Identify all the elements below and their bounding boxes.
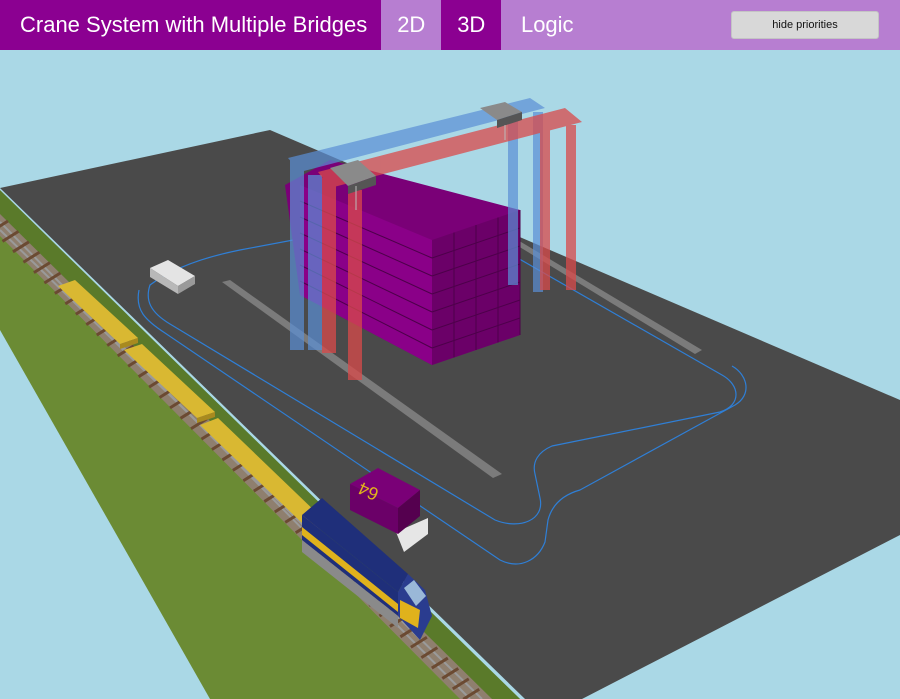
tab-3d[interactable]: 3D	[441, 0, 502, 50]
hide-priorities-button[interactable]: hide priorities	[731, 11, 879, 39]
tab-logic[interactable]: Logic	[501, 0, 593, 50]
app-title: Crane System with Multiple Bridges	[0, 0, 382, 50]
3d-viewport[interactable]: 64	[0, 50, 900, 699]
tab-2d[interactable]: 2D	[381, 0, 441, 50]
